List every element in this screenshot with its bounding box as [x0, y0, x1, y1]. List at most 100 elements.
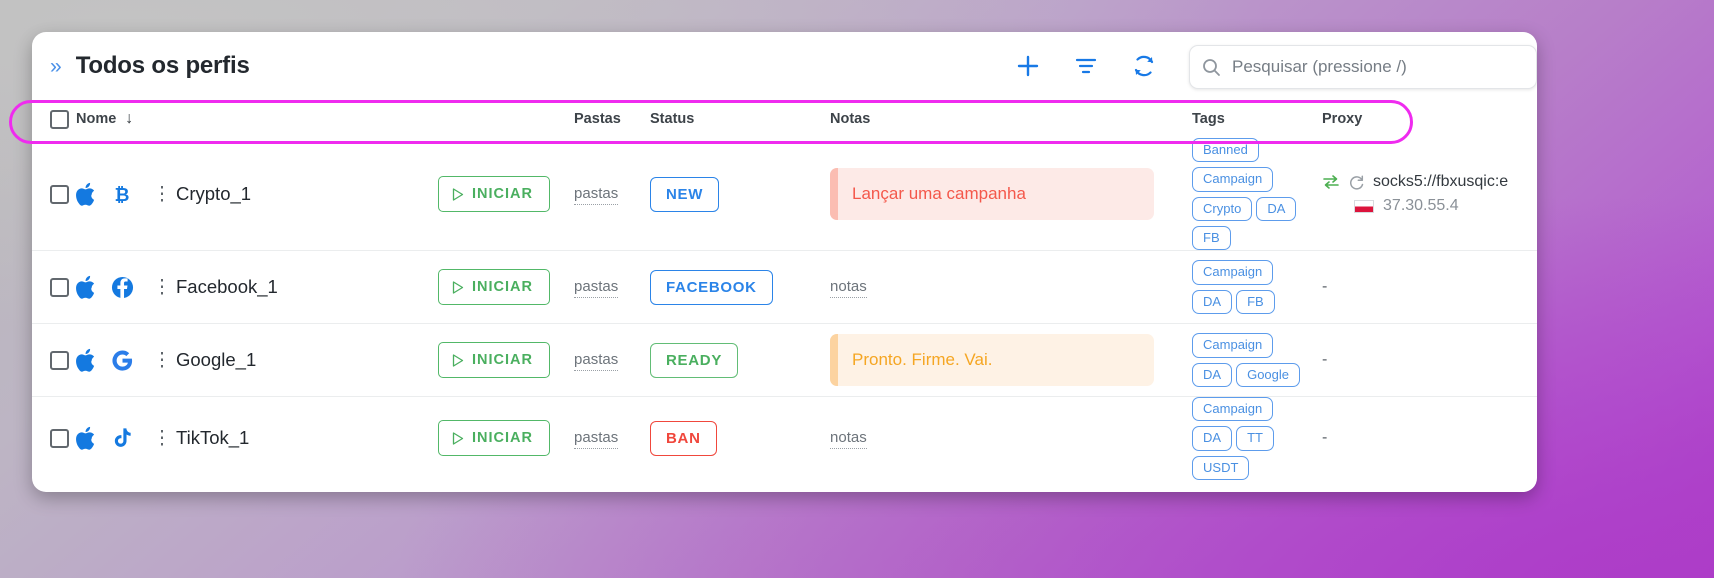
- notes-link[interactable]: notas: [830, 278, 867, 298]
- row-checkbox[interactable]: [50, 277, 69, 297]
- profile-name[interactable]: Facebook_1: [176, 276, 278, 297]
- proxy-empty: -: [1322, 429, 1328, 447]
- search-icon: [1202, 58, 1221, 77]
- row-checkbox[interactable]: [50, 428, 69, 448]
- folders-link[interactable]: pastas: [574, 278, 619, 298]
- header-name[interactable]: Nome ↓: [76, 100, 439, 138]
- proxy-address: socks5://fbxusqic:e: [1373, 173, 1509, 190]
- start-button[interactable]: INICIAR: [438, 342, 550, 378]
- row-select-cell: [32, 397, 76, 480]
- tiktok-icon: [114, 428, 131, 448]
- header-name-label: Nome: [76, 111, 117, 127]
- row-proxy-cell: -: [1322, 397, 1537, 480]
- search-box[interactable]: [1189, 45, 1537, 89]
- profile-name[interactable]: TikTok_1: [176, 427, 249, 448]
- profile-name[interactable]: Google_1: [176, 349, 256, 370]
- double-chevron-right-icon[interactable]: »: [50, 56, 62, 77]
- status-badge[interactable]: NEW: [650, 176, 720, 212]
- tag[interactable]: FB: [1236, 289, 1275, 314]
- profiles-table: Nome ↓ Pastas Status Notas Tags Proxy ₿ …: [32, 100, 1537, 480]
- proxy-refresh-icon[interactable]: [1348, 174, 1365, 191]
- header-folders[interactable]: Pastas: [574, 100, 651, 138]
- tag[interactable]: DA: [1192, 289, 1233, 314]
- table-row[interactable]: ⋮ Facebook_1 INICIAR pastas FACEBOOK not…: [32, 250, 1537, 324]
- sort-arrow-icon[interactable]: ↓: [125, 110, 133, 127]
- tag[interactable]: Campaign: [1192, 397, 1274, 422]
- apple-icon: [76, 426, 95, 450]
- notes-link[interactable]: notas: [830, 429, 867, 450]
- profile-name[interactable]: Crypto_1: [176, 183, 251, 204]
- status-badge[interactable]: BAN: [650, 420, 717, 456]
- row-start-cell: INICIAR: [438, 251, 574, 324]
- row-checkbox[interactable]: [50, 184, 69, 204]
- row-menu-cell: ⋮: [148, 397, 176, 480]
- row-name-cell: TikTok_1: [176, 397, 438, 480]
- tag[interactable]: DA: [1256, 196, 1297, 221]
- filter-icon: [1075, 58, 1097, 74]
- tag[interactable]: DA: [1192, 362, 1233, 387]
- bitcoin-icon: ₿: [115, 183, 130, 204]
- header-proxy[interactable]: Proxy: [1322, 100, 1537, 138]
- header-notes[interactable]: Notas: [830, 100, 1193, 138]
- select-all-cell: [32, 100, 76, 138]
- start-button[interactable]: INICIAR: [438, 269, 550, 305]
- row-checkbox[interactable]: [50, 350, 69, 370]
- card-header: » Todos os perfis: [32, 32, 1537, 100]
- note-box[interactable]: Pronto. Firme. Vai.: [830, 334, 1155, 386]
- row-status-cell: BAN: [650, 397, 830, 480]
- folders-link[interactable]: pastas: [574, 185, 619, 205]
- proxy-swap-icon[interactable]: [1322, 174, 1340, 190]
- select-all-checkbox[interactable]: [50, 109, 69, 129]
- tag[interactable]: Campaign: [1192, 167, 1274, 192]
- status-badge[interactable]: READY: [650, 342, 739, 378]
- table-row[interactable]: ⋮ Google_1 INICIAR pastas READY Pronto. …: [32, 323, 1537, 397]
- header-spacer: [438, 100, 575, 138]
- apple-icon: [76, 182, 95, 206]
- add-profile-button[interactable]: [999, 42, 1057, 90]
- row-kebab-menu-icon[interactable]: ⋮: [148, 185, 176, 204]
- status-badge[interactable]: FACEBOOK: [650, 269, 773, 305]
- start-button-label: INICIAR: [472, 186, 533, 202]
- row-kebab-menu-icon[interactable]: ⋮: [148, 351, 176, 370]
- row-menu-cell: ⋮: [148, 251, 176, 324]
- table-header-row: Nome ↓ Pastas Status Notas Tags Proxy: [32, 100, 1537, 138]
- google-icon: [112, 350, 133, 371]
- row-name-cell: Crypto_1: [176, 138, 438, 251]
- play-icon: [452, 353, 464, 367]
- tag[interactable]: Campaign: [1192, 333, 1274, 358]
- tag[interactable]: DA: [1192, 426, 1233, 451]
- start-button[interactable]: INICIAR: [438, 420, 550, 457]
- row-kebab-menu-icon[interactable]: ⋮: [148, 278, 176, 297]
- tag[interactable]: Google: [1236, 362, 1300, 387]
- row-proxy-cell: socks5://fbxusqic:e 37.30.55.4: [1322, 138, 1537, 251]
- search-input[interactable]: [1230, 56, 1524, 78]
- row-platform-icons: [76, 251, 148, 324]
- row-folders-cell: pastas: [574, 138, 650, 251]
- folders-link[interactable]: pastas: [574, 429, 619, 450]
- header-status[interactable]: Status: [650, 100, 831, 138]
- proxy-info[interactable]: socks5://fbxusqic:e 37.30.55.4: [1322, 173, 1537, 215]
- tag[interactable]: Crypto: [1192, 196, 1253, 221]
- tag[interactable]: Banned: [1192, 138, 1259, 163]
- tag[interactable]: Campaign: [1192, 260, 1274, 285]
- refresh-button[interactable]: [1115, 42, 1173, 90]
- row-notes-cell: notas: [830, 251, 1192, 324]
- note-text: Lançar uma campanha: [852, 184, 1026, 203]
- row-platform-icons: [76, 324, 148, 397]
- folders-link[interactable]: pastas: [574, 351, 619, 371]
- tag[interactable]: TT: [1236, 426, 1274, 451]
- filter-button[interactable]: [1057, 42, 1115, 90]
- tag[interactable]: USDT: [1192, 455, 1250, 480]
- apple-icon: [76, 348, 95, 372]
- row-menu-cell: ⋮: [148, 324, 176, 397]
- play-icon: [452, 187, 464, 201]
- header-toolbar: [999, 42, 1537, 90]
- tag[interactable]: FB: [1192, 225, 1231, 250]
- table-row[interactable]: ⋮ TikTok_1 INICIAR pastas BAN notas Camp…: [32, 396, 1537, 480]
- header-tags[interactable]: Tags: [1192, 100, 1323, 138]
- note-box[interactable]: Lançar uma campanha: [830, 168, 1155, 220]
- table-row[interactable]: ₿ ⋮ Crypto_1 INICIAR pastas NEW Lançar u…: [32, 138, 1537, 251]
- start-button[interactable]: INICIAR: [438, 176, 550, 212]
- row-kebab-menu-icon[interactable]: ⋮: [148, 429, 176, 448]
- row-select-cell: [32, 251, 76, 324]
